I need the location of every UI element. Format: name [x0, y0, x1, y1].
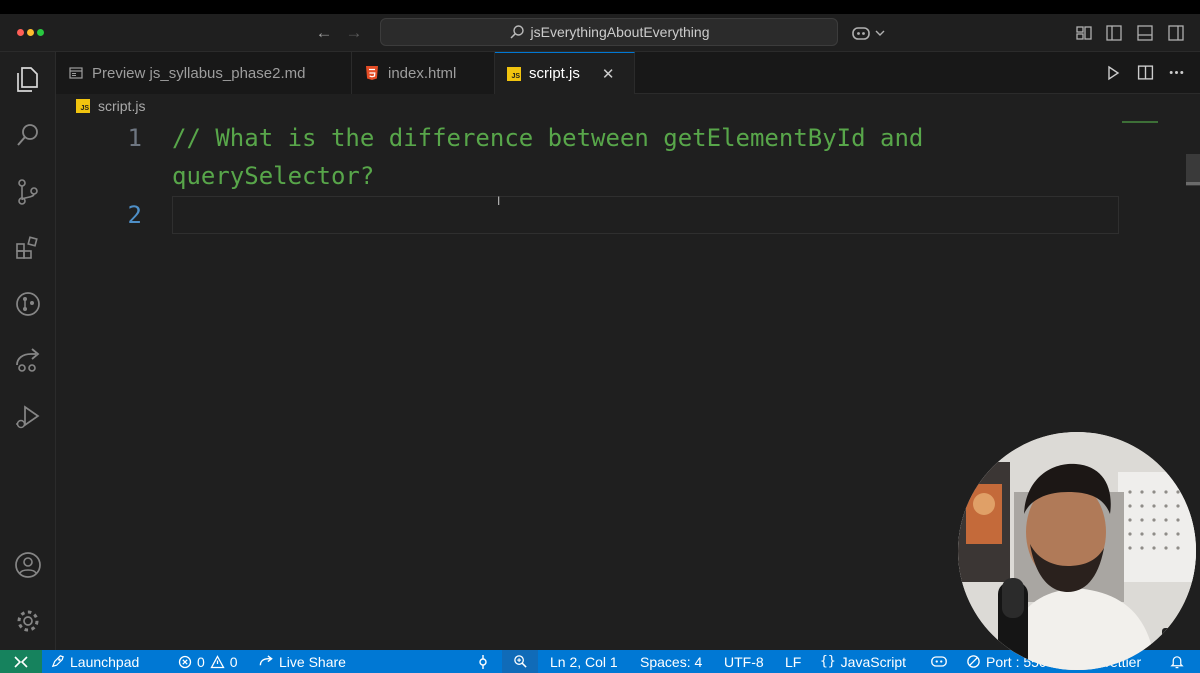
html5-icon	[366, 66, 378, 80]
zoom-in-icon	[513, 655, 527, 668]
git-commit-icon	[479, 654, 487, 669]
encoding-setting[interactable]: UTF-8	[724, 650, 764, 673]
tab-script-js[interactable]: JS script.js ✕	[495, 52, 635, 94]
bell-icon	[1170, 656, 1184, 669]
more-actions-icon[interactable]	[1168, 64, 1185, 81]
remote-indicator-button[interactable]	[0, 650, 42, 673]
preview-icon	[69, 67, 83, 79]
screen-top-strip	[0, 0, 1200, 14]
git-commit-indicator[interactable]	[476, 650, 490, 673]
problems-indicator[interactable]: 0 0	[178, 650, 238, 673]
js-file-icon: JS	[507, 66, 521, 81]
cursor-position-label: Ln 2, Col 1	[550, 653, 618, 670]
error-count: 0	[197, 653, 205, 670]
line-number: 2	[127, 201, 142, 229]
split-editor-icon[interactable]	[1137, 64, 1154, 81]
toggle-panel-icon[interactable]	[1135, 23, 1155, 43]
language-label: JavaScript	[840, 653, 907, 670]
close-icon[interactable]: ✕	[602, 65, 615, 83]
encoding-label: UTF-8	[724, 653, 764, 670]
extensions-icon[interactable]	[13, 233, 43, 263]
close-window-dot[interactable]	[17, 29, 24, 36]
title-bar: ← → jsEverythingAboutEverything	[0, 14, 1200, 52]
editor-tab-bar: Preview js_syllabus_phase2.md index.html…	[56, 52, 1200, 94]
chevron-down-icon[interactable]	[873, 23, 887, 43]
rocket-icon	[51, 655, 64, 668]
minimize-window-dot[interactable]	[27, 29, 34, 36]
launchpad-button[interactable]: Launchpad	[50, 650, 139, 673]
search-icon	[509, 25, 524, 39]
scrollbar-cursor-marker	[1186, 182, 1200, 185]
tab-preview-syllabus[interactable]: Preview js_syllabus_phase2.md	[56, 52, 352, 94]
line-number: 1	[127, 124, 142, 152]
launchpad-label: Launchpad	[70, 653, 140, 670]
copilot-status[interactable]	[930, 650, 948, 673]
git-graph-icon[interactable]	[13, 289, 43, 319]
cursor-position[interactable]: Ln 2, Col 1	[550, 650, 618, 673]
live-share-label: Live Share	[279, 653, 346, 670]
zoom-window-dot[interactable]	[37, 29, 44, 36]
js-file-icon: JS	[76, 99, 90, 113]
settings-gear-icon[interactable]	[13, 606, 43, 636]
breadcrumb-file[interactable]: script.js	[98, 98, 145, 114]
tab-label: script.js	[529, 65, 580, 82]
tab-label: Preview js_syllabus_phase2.md	[92, 64, 306, 82]
back-arrow-icon[interactable]: ←	[313, 22, 335, 44]
indentation-label: Spaces: 4	[640, 653, 703, 670]
accounts-icon[interactable]	[13, 550, 43, 580]
indentation-setting[interactable]: Spaces: 4	[640, 650, 702, 673]
tab-label: index.html	[388, 64, 457, 82]
breadcrumb[interactable]: JS script.js	[76, 98, 145, 114]
code-line-1-wrapped[interactable]: querySelector?	[172, 162, 374, 190]
window-title: jsEverythingAboutEverything	[530, 24, 710, 40]
copilot-icon[interactable]	[851, 23, 871, 43]
language-mode[interactable]: {} JavaScript	[820, 650, 906, 673]
mouse-ibeam-cursor: I	[497, 194, 501, 208]
live-share-icon	[259, 655, 273, 666]
forward-arrow-icon[interactable]: →	[343, 22, 365, 44]
minimap[interactable]	[1122, 121, 1158, 123]
copilot-icon	[931, 656, 947, 667]
remote-icon	[14, 655, 28, 668]
broadcast-off-icon	[967, 655, 980, 668]
warning-icon	[210, 654, 225, 668]
source-control-icon[interactable]	[13, 177, 43, 207]
remote-share-icon[interactable]	[13, 345, 43, 375]
tab-index-html[interactable]: index.html	[352, 52, 495, 94]
command-center-search[interactable]: jsEverythingAboutEverything	[380, 18, 838, 46]
run-debug-icon[interactable]	[13, 402, 43, 432]
activity-bar	[0, 52, 56, 650]
error-icon	[178, 655, 192, 668]
toggle-secondary-sidebar-icon[interactable]	[1166, 23, 1186, 43]
notifications-button[interactable]	[1170, 650, 1184, 673]
search-icon[interactable]	[13, 120, 43, 150]
braces-icon: {}	[820, 654, 836, 669]
explorer-icon[interactable]	[13, 64, 43, 94]
presenter-video-frame	[958, 432, 1196, 670]
eol-setting[interactable]: LF	[785, 650, 801, 673]
current-line-highlight	[172, 196, 1119, 234]
toggle-primary-sidebar-icon[interactable]	[1104, 23, 1124, 43]
run-file-icon[interactable]	[1105, 65, 1121, 81]
warning-count: 0	[229, 653, 238, 670]
webcam-overlay	[958, 432, 1196, 670]
live-share-button[interactable]: Live Share	[258, 650, 346, 673]
customize-layout-icon[interactable]	[1074, 23, 1094, 43]
code-line-1[interactable]: // What is the difference between getEle…	[172, 124, 923, 152]
eol-label: LF	[785, 653, 802, 670]
zoom-button[interactable]	[502, 650, 538, 673]
